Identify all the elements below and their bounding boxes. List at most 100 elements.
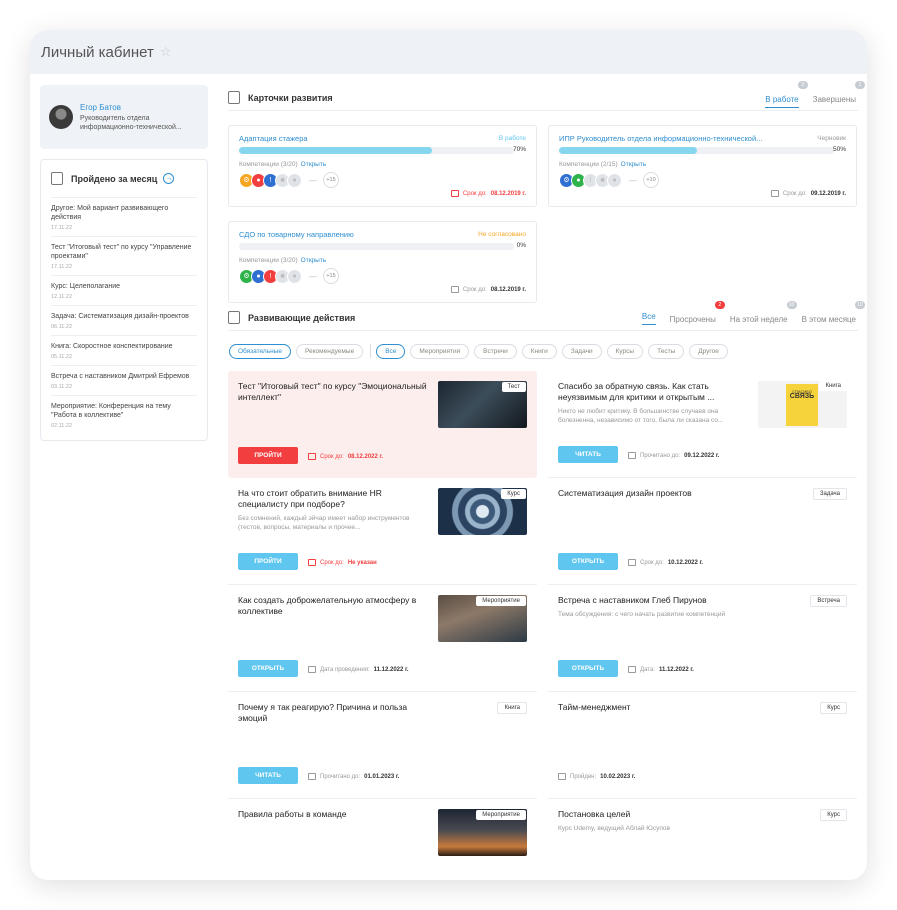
progress-percent: 50%	[832, 146, 846, 153]
action-button[interactable]: ОТКРЫТЬ	[238, 660, 298, 677]
tab-wrap[interactable]: В этом месяце 10	[802, 301, 865, 327]
action-card[interactable]: Встреча с наставником Глеб Пирунов Тема о…	[548, 585, 857, 692]
dev-card[interactable]: ИПР Руководитель отдела информационно-те…	[548, 125, 857, 207]
action-button[interactable]: ПРОЙТИ	[238, 553, 298, 570]
completed-item-date: 12.11.22	[51, 294, 73, 300]
action-meta: Срок до: 08.12.2022 г.	[308, 453, 383, 460]
sidebar: Егор Батов Руководитель отдела информаци…	[40, 85, 208, 441]
open-link[interactable]: Открыть	[301, 161, 327, 168]
progress-fill	[239, 147, 432, 154]
completed-item[interactable]: Тест "Итоговый тест" по курсу "Управлени…	[51, 237, 197, 276]
action-button[interactable]: ЧИТАТЬ	[238, 767, 298, 784]
action-title[interactable]: Постановка целей	[558, 809, 748, 820]
competency-icon[interactable]: ●	[607, 172, 622, 188]
tab-wrap[interactable]: Просрочены 2	[670, 301, 725, 327]
more-competencies[interactable]: +10	[643, 172, 659, 188]
book-cover-title: СВЯЗЬ	[789, 393, 815, 400]
competency-icons: ⚙ ●! ■ ● — +15	[239, 268, 526, 284]
filter-chip[interactable]: Тесты	[648, 343, 685, 359]
meta-value: 10.12.2022 г.	[667, 559, 704, 566]
completed-item[interactable]: Книга: Скоростное конспектирование 05.11.…	[51, 336, 197, 366]
completed-item[interactable]: Другое: Мой вариант развивающего действи…	[51, 198, 197, 237]
open-link[interactable]: Открыть	[301, 257, 327, 264]
tab-wrap[interactable]: Завершены 1	[813, 81, 865, 107]
filter-chip[interactable]: Все	[376, 343, 406, 359]
profile-card[interactable]: Егор Батов Руководитель отдела информаци…	[40, 85, 208, 149]
dev-card[interactable]: СДО по товарному направлению Не согласова…	[228, 221, 537, 303]
meta-value: Не указан	[347, 559, 377, 566]
competency-icon[interactable]: ●	[287, 172, 302, 188]
filter-chip[interactable]: Мероприятия	[410, 343, 470, 359]
tab-3[interactable]: В этом месяце	[802, 315, 856, 327]
action-title[interactable]: Как создать доброжелательную атмосферу в…	[238, 595, 428, 617]
action-card[interactable]: На что стоит обратить внимание HR специа…	[228, 478, 537, 585]
completed-item[interactable]: Мероприятие: Конференция на тему "Работа…	[51, 396, 197, 434]
profile-role: Руководитель отдела	[80, 114, 150, 122]
action-title[interactable]: Правила работы в команде	[238, 809, 428, 820]
action-card[interactable]: Постановка целей Курс Udemy, ведущий Абла…	[548, 799, 857, 880]
due-value: 09.12.2019 г.	[810, 190, 846, 197]
progress-bar	[559, 147, 834, 154]
action-title[interactable]: Встреча с наставником Глеб Пирунов	[558, 595, 748, 606]
arrow-right-icon[interactable]: →	[163, 173, 175, 184]
filter-chip[interactable]: Обязательные	[229, 343, 291, 359]
action-title[interactable]: На что стоит обратить внимание HR специа…	[238, 488, 428, 510]
tab-1[interactable]: Завершены	[813, 95, 856, 107]
type-badge: Мероприятие	[476, 596, 526, 606]
more-competencies[interactable]: +15	[323, 172, 339, 188]
action-button[interactable]: ОТКРЫТЬ	[558, 553, 618, 570]
action-title[interactable]: Почему я так реагирую? Причина и польза …	[238, 702, 428, 724]
action-title[interactable]: Тайм-менеджмент	[558, 702, 748, 713]
tab-count-badge: 1	[855, 81, 865, 89]
completed-item-date: 02.11.22	[51, 423, 73, 429]
tab-wrap[interactable]: На этой неделе 10	[730, 301, 797, 327]
action-card[interactable]: Правила работы в команде Мероприятие	[228, 799, 537, 880]
action-card[interactable]: Почему я так реагирую? Причина и польза …	[228, 692, 537, 799]
action-button[interactable]: ОТКРЫТЬ	[558, 660, 618, 677]
meta-value: 09.12.2022 г.	[684, 452, 720, 459]
tab-1[interactable]: Просрочены	[670, 315, 716, 327]
filter-chip[interactable]: Книги	[521, 343, 557, 359]
filter-chip[interactable]: Курсы	[606, 343, 644, 359]
action-card[interactable]: Тайм-менеджмент Курс Пройден: 10.02.2023 г.	[548, 692, 857, 799]
progress-bar	[239, 243, 514, 250]
tab-0[interactable]: В работе	[765, 95, 799, 108]
action-card[interactable]: Спасибо за обратную связь. Как стать неу…	[548, 371, 857, 478]
action-card[interactable]: Систематизация дизайн проектов Задача ОТКР…	[548, 478, 857, 585]
action-title[interactable]: Спасибо за обратную связь. Как стать неу…	[558, 381, 748, 403]
action-card[interactable]: Тест "Итоговый тест" по курсу "Эмоционал…	[228, 371, 537, 478]
dev-card-title[interactable]: ИПР Руководитель отдела информационно-те…	[559, 134, 846, 143]
dev-card-title[interactable]: Адаптация стажера	[239, 134, 526, 143]
action-title[interactable]: Систематизация дизайн проектов	[558, 488, 748, 499]
star-icon[interactable]: ☆	[160, 44, 172, 60]
avatar	[49, 105, 73, 129]
tab-2[interactable]: На этой неделе	[730, 315, 788, 327]
tab-wrap[interactable]: В работе 3	[765, 81, 808, 108]
filter-chip[interactable]: Рекомендуемые	[295, 343, 364, 359]
profile-name[interactable]: Егор Батов	[80, 103, 182, 112]
action-button[interactable]: ПРОЙТИ	[238, 447, 298, 464]
completed-item[interactable]: Встреча с наставником Дмитрий Ефремов 03.…	[51, 366, 197, 396]
due-label: Срок до:	[462, 286, 487, 293]
filter-chip[interactable]: Встречи	[474, 343, 517, 359]
main-content: Карточки развития В работе 3 Завершены 1 Ад…	[228, 81, 865, 880]
completed-item[interactable]: Курс: Целеполагание 12.11.22	[51, 276, 197, 306]
action-title[interactable]: Тест "Итоговый тест" по курсу "Эмоционал…	[238, 381, 428, 403]
filter-chip[interactable]: Задачи	[561, 343, 602, 359]
action-button[interactable]: ЧИТАТЬ	[558, 446, 618, 463]
calendar-icon	[450, 286, 459, 293]
action-description: Тема обсуждения: с чего начать развитие …	[558, 611, 726, 618]
action-card[interactable]: Как создать доброжелательную атмосферу в…	[228, 585, 537, 692]
due-label: Срок до:	[462, 190, 487, 197]
competency-icon[interactable]: ●	[287, 268, 302, 284]
type-badge: Тест	[501, 382, 526, 392]
calendar-icon	[308, 453, 316, 460]
completed-item-date: 03.11.22	[51, 384, 73, 390]
tab-0[interactable]: Все	[641, 312, 656, 325]
progress-percent: 70%	[512, 146, 526, 153]
more-competencies[interactable]: +15	[323, 268, 339, 284]
dev-card[interactable]: Адаптация стажера В работе 70% Компетенции …	[228, 125, 537, 207]
filter-chip[interactable]: Другое	[689, 343, 728, 359]
open-link[interactable]: Открыть	[621, 161, 647, 168]
completed-item[interactable]: Задача: Систематизация дизайн-проектов 06…	[51, 306, 197, 336]
